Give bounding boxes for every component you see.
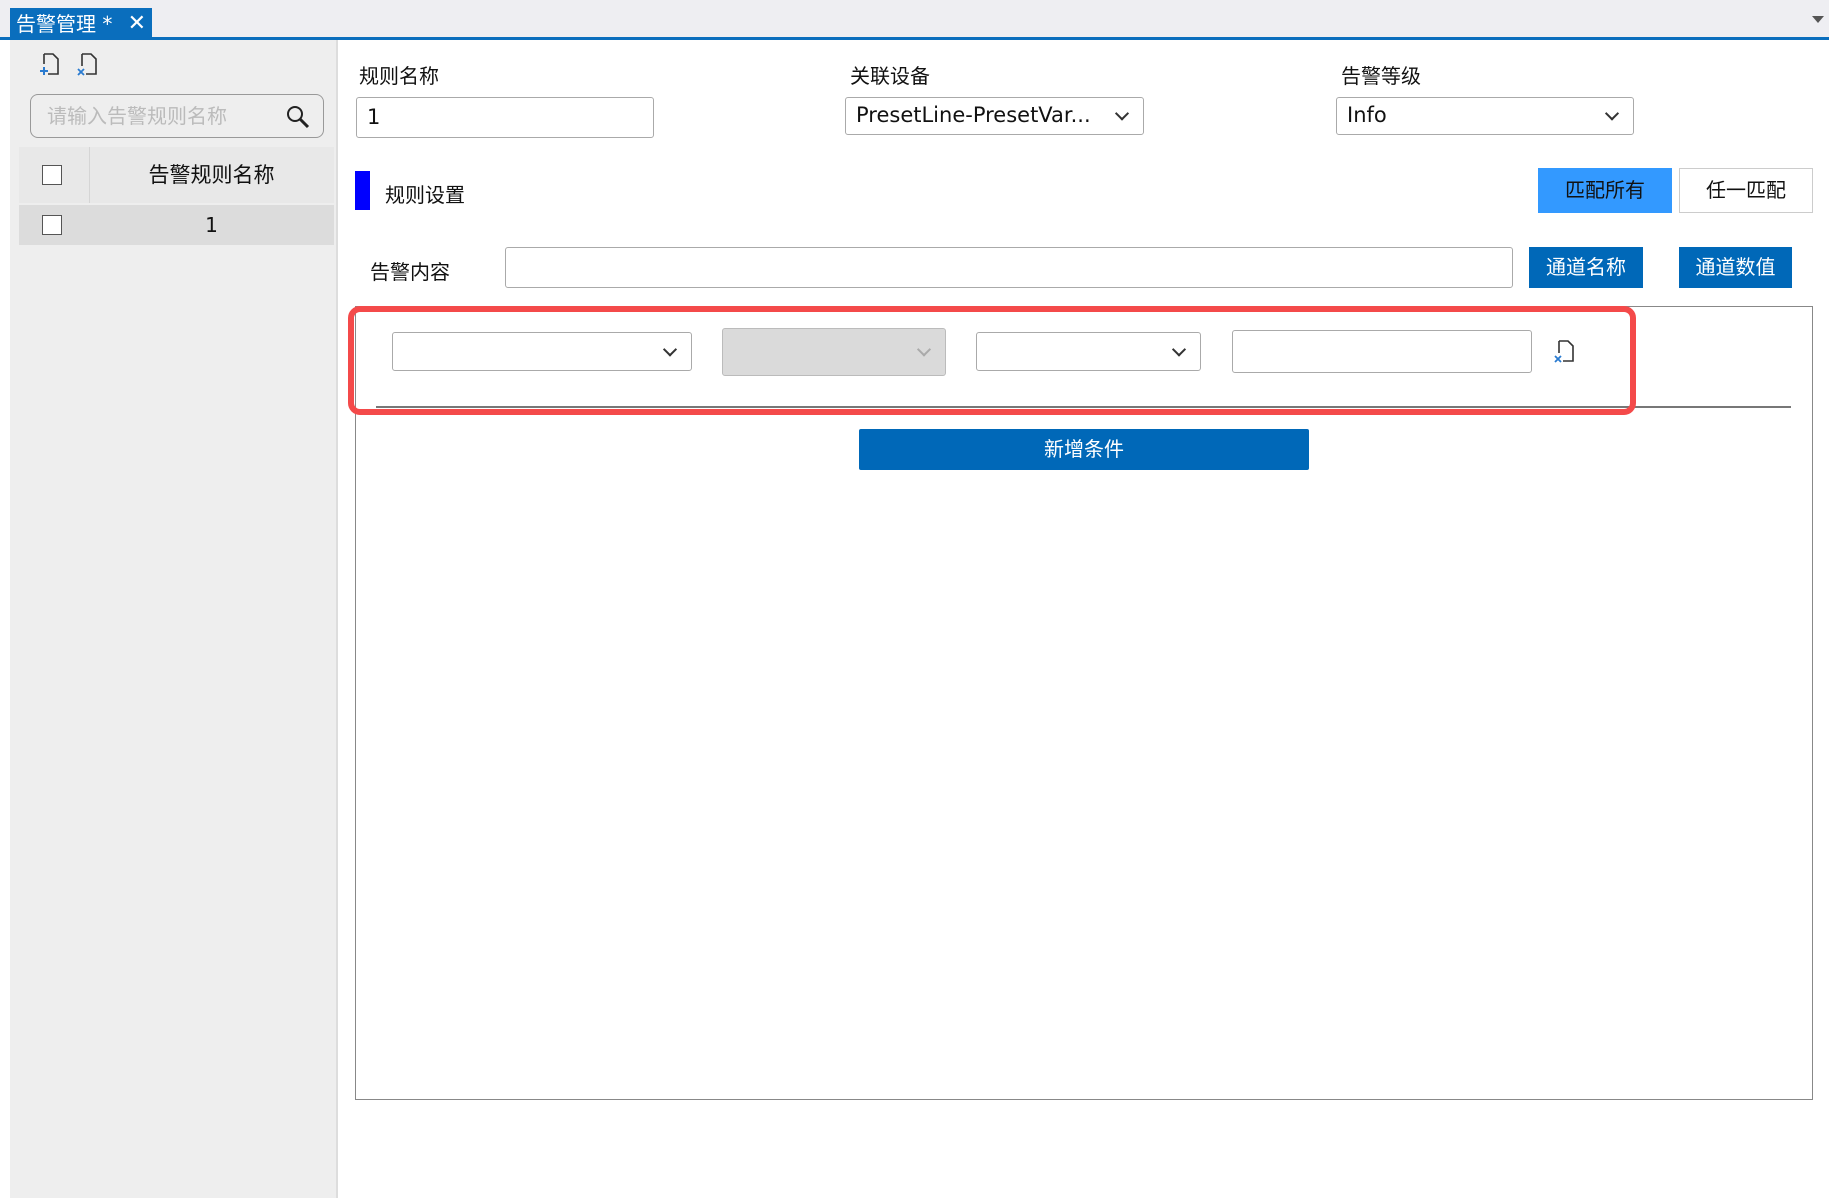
chevron-down-icon xyxy=(1114,106,1130,121)
row-checkbox[interactable] xyxy=(42,215,62,235)
overflow-menu-icon[interactable] xyxy=(1812,16,1824,23)
level-value: Info xyxy=(1347,103,1387,127)
channel-name-button[interactable]: 通道名称 xyxy=(1529,247,1643,288)
highlight-box xyxy=(348,306,1636,415)
conditions-panel xyxy=(355,306,1813,1100)
rule-search-input[interactable]: 请输入告警规则名称 xyxy=(30,94,324,138)
match-all-button[interactable]: 匹配所有 xyxy=(1538,168,1672,213)
match-any-button[interactable]: 任一匹配 xyxy=(1679,168,1813,213)
level-label: 告警等级 xyxy=(1341,64,1421,88)
column-header-rule-name: 告警规则名称 xyxy=(148,163,275,187)
select-all-checkbox[interactable] xyxy=(42,165,62,185)
delete-file-icon[interactable] xyxy=(74,50,102,78)
add-file-icon[interactable] xyxy=(36,50,64,78)
device-value: PresetLine-PresetVar... xyxy=(856,103,1091,127)
alarm-content-input[interactable] xyxy=(505,247,1513,288)
table-row[interactable]: 1 xyxy=(19,205,334,245)
device-label: 关联设备 xyxy=(850,64,930,88)
rule-name-cell: 1 xyxy=(205,213,218,237)
level-select[interactable]: Info xyxy=(1336,97,1634,135)
add-condition-button[interactable]: 新增条件 xyxy=(859,429,1309,470)
tab-alarm-management[interactable]: 告警管理 * ✕ xyxy=(10,8,152,40)
search-placeholder: 请输入告警规则名称 xyxy=(47,104,227,128)
rule-name-input[interactable]: 1 xyxy=(356,97,654,138)
rule-name-label: 规则名称 xyxy=(359,64,439,88)
alarm-content-label: 告警内容 xyxy=(370,260,450,284)
section-title: 规则设置 xyxy=(385,183,465,207)
device-select[interactable]: PresetLine-PresetVar... xyxy=(845,97,1144,135)
search-icon[interactable] xyxy=(285,104,311,130)
close-icon[interactable]: ✕ xyxy=(128,8,146,40)
section-marker xyxy=(355,171,370,210)
channel-value-button[interactable]: 通道数值 xyxy=(1679,247,1792,288)
tab-title: 告警管理 * xyxy=(16,12,113,36)
chevron-down-icon xyxy=(1604,106,1620,121)
rule-table-header: 告警规则名称 xyxy=(19,147,334,203)
tab-bar xyxy=(0,0,1829,40)
